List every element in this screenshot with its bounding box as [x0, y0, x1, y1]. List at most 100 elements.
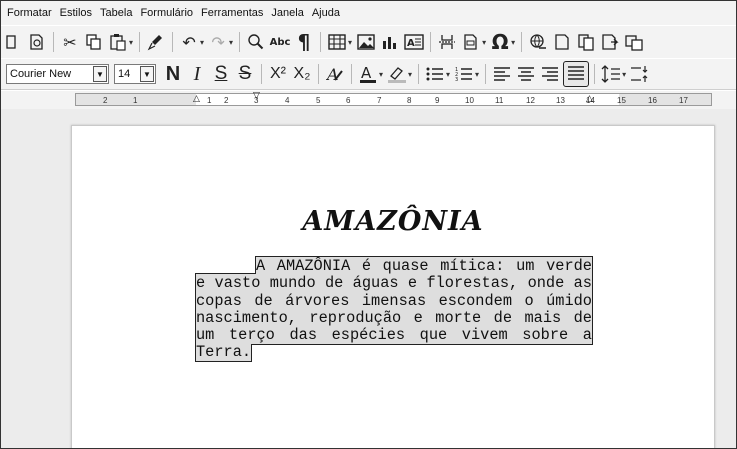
svg-text:3: 3	[455, 77, 458, 82]
first-line-indent-marker-icon[interactable]: ▽	[253, 91, 260, 101]
menu-formatar[interactable]: Formatar	[5, 7, 58, 19]
insert-field-dropdown-icon[interactable]: ▾	[482, 38, 486, 47]
line-spacing-icon[interactable]	[600, 62, 622, 86]
print-preview-icon[interactable]	[26, 30, 48, 54]
ruler-tick: 13	[556, 96, 565, 105]
paragraph-spacing-icon[interactable]	[629, 62, 651, 86]
redo-icon[interactable]: ↷	[207, 30, 229, 54]
insert-page-break-icon[interactable]	[436, 30, 458, 54]
toolbar-separator	[239, 32, 241, 52]
insert-chart-icon[interactable]	[379, 30, 401, 54]
align-right-icon[interactable]	[539, 62, 561, 86]
underline-button[interactable]: S	[210, 62, 232, 86]
ruler-tick: 9	[435, 96, 440, 105]
justify-icon[interactable]	[563, 61, 590, 87]
ruler-tick: 11	[495, 96, 504, 105]
menu-estilos[interactable]: Estilos	[58, 7, 98, 19]
ruler-tick: 4	[285, 96, 290, 105]
highlight-dropdown-icon[interactable]: ▾	[408, 70, 412, 79]
insert-footnote-icon[interactable]	[551, 30, 573, 54]
writer-window: Formatar Estilos Tabela Formulário Ferra…	[0, 0, 737, 449]
bulleted-list-icon[interactable]	[424, 62, 446, 86]
font-size-value: 14	[118, 68, 131, 80]
formatting-marks-icon[interactable]: ¶	[293, 30, 315, 54]
horizontal-ruler[interactable]: 2 1 1 2 3 4 5 6 7 8 9 10 11 12 13 14 15 …	[1, 91, 736, 109]
svg-text:A: A	[361, 64, 372, 82]
insert-comment-icon[interactable]	[599, 30, 621, 54]
subscript-button[interactable]: X₂	[291, 62, 313, 86]
selected-paragraph-text: A AMAZÔNIA é quase mítica: um verde e va…	[195, 255, 593, 363]
insert-textbox-icon[interactable]: A	[403, 30, 425, 54]
clone-formatting-icon[interactable]	[145, 30, 167, 54]
bulleted-list-dropdown-icon[interactable]: ▾	[446, 70, 450, 79]
ruler-tick: 15	[617, 96, 626, 105]
toolbar-separator	[430, 32, 432, 52]
document-page[interactable]: AMAZÔNIA A AMAZÔNIA é quase mítica: um v…	[71, 125, 715, 448]
align-center-icon[interactable]	[515, 62, 537, 86]
menu-ferramentas[interactable]: Ferramentas	[199, 7, 269, 19]
font-size-combobox[interactable]: 14 ▼	[114, 64, 156, 84]
bold-button[interactable]: N	[162, 62, 184, 86]
left-indent-marker-icon[interactable]: △	[193, 94, 200, 104]
paste-icon[interactable]	[107, 30, 129, 54]
toolbar-separator	[172, 32, 174, 52]
special-character-dropdown-icon[interactable]: ▾	[511, 38, 515, 47]
strikethrough-button[interactable]: S	[234, 62, 256, 86]
numbered-list-icon[interactable]: 123	[453, 62, 475, 86]
toolbar-separator	[485, 64, 487, 84]
toolbar-separator	[261, 64, 262, 84]
ruler-tick: 5	[316, 96, 321, 105]
menu-formulario[interactable]: Formulário	[138, 7, 199, 19]
font-color-icon[interactable]: A	[357, 62, 379, 86]
chevron-down-icon[interactable]: ▼	[93, 66, 107, 82]
ruler-strip: 2 1 1 2 3 4 5 6 7 8 9 10 11 12 13 14 15 …	[75, 91, 712, 106]
redo-dropdown-icon[interactable]: ▾	[229, 38, 233, 47]
hyperlink-icon[interactable]	[527, 30, 549, 54]
spelling-icon[interactable]: Abc	[269, 30, 291, 54]
copy-icon[interactable]	[83, 30, 105, 54]
document-body[interactable]: A AMAZÔNIA é quase mítica: um verde e va…	[195, 255, 593, 363]
numbered-list-dropdown-icon[interactable]: ▾	[475, 70, 479, 79]
insert-table-icon[interactable]	[326, 30, 348, 54]
superscript-button[interactable]: X²	[267, 62, 289, 86]
chevron-down-icon[interactable]: ▼	[140, 66, 154, 82]
menu-tabela[interactable]: Tabela	[98, 7, 138, 19]
insert-image-icon[interactable]	[355, 30, 377, 54]
menu-janela[interactable]: Janela	[269, 7, 309, 19]
clear-formatting-icon[interactable]: A	[324, 62, 346, 86]
toolbar-separator	[418, 64, 420, 84]
cut-icon[interactable]: ✂	[59, 30, 81, 54]
ruler-tick: 8	[407, 96, 412, 105]
line-spacing-dropdown-icon[interactable]: ▾	[622, 70, 626, 79]
menu-ajuda[interactable]: Ajuda	[310, 7, 346, 19]
toolbar-separator	[594, 64, 596, 84]
font-color-dropdown-icon[interactable]: ▾	[379, 70, 383, 79]
ruler-tick: 10	[465, 96, 474, 105]
align-left-icon[interactable]	[491, 62, 513, 86]
special-character-icon[interactable]: Ω	[489, 30, 511, 54]
undo-dropdown-icon[interactable]: ▾	[200, 38, 204, 47]
menu-bar: Formatar Estilos Tabela Formulário Ferra…	[1, 1, 736, 25]
save-icon[interactable]	[2, 30, 24, 54]
font-name-value: Courier New	[10, 68, 72, 80]
svg-text:A: A	[326, 65, 339, 83]
highlight-icon[interactable]	[386, 62, 408, 86]
track-changes-icon[interactable]	[623, 30, 645, 54]
undo-icon[interactable]: ↶	[178, 30, 200, 54]
insert-table-dropdown-icon[interactable]: ▾	[348, 38, 352, 47]
ruler-right-margin	[619, 94, 711, 105]
insert-field-icon[interactable]	[460, 30, 482, 54]
right-indent-marker-icon[interactable]: △	[586, 94, 593, 104]
document-workspace: AMAZÔNIA A AMAZÔNIA é quase mítica: um v…	[1, 109, 736, 448]
insert-endnote-icon[interactable]	[575, 30, 597, 54]
find-replace-icon[interactable]	[245, 30, 267, 54]
ruler-tick: 2	[103, 96, 108, 105]
italic-button[interactable]: I	[186, 62, 208, 86]
toolbar-separator	[320, 32, 322, 52]
font-name-combobox[interactable]: Courier New ▼	[6, 64, 109, 84]
ruler-tick: 7	[377, 96, 382, 105]
paste-dropdown-icon[interactable]: ▾	[129, 38, 133, 47]
formatting-toolbar: Courier New ▼ 14 ▼ N I S S X² X₂ A A ▾ ▾…	[1, 59, 736, 90]
document-title: AMAZÔNIA	[302, 206, 484, 237]
ruler-tick: 1	[207, 96, 212, 105]
